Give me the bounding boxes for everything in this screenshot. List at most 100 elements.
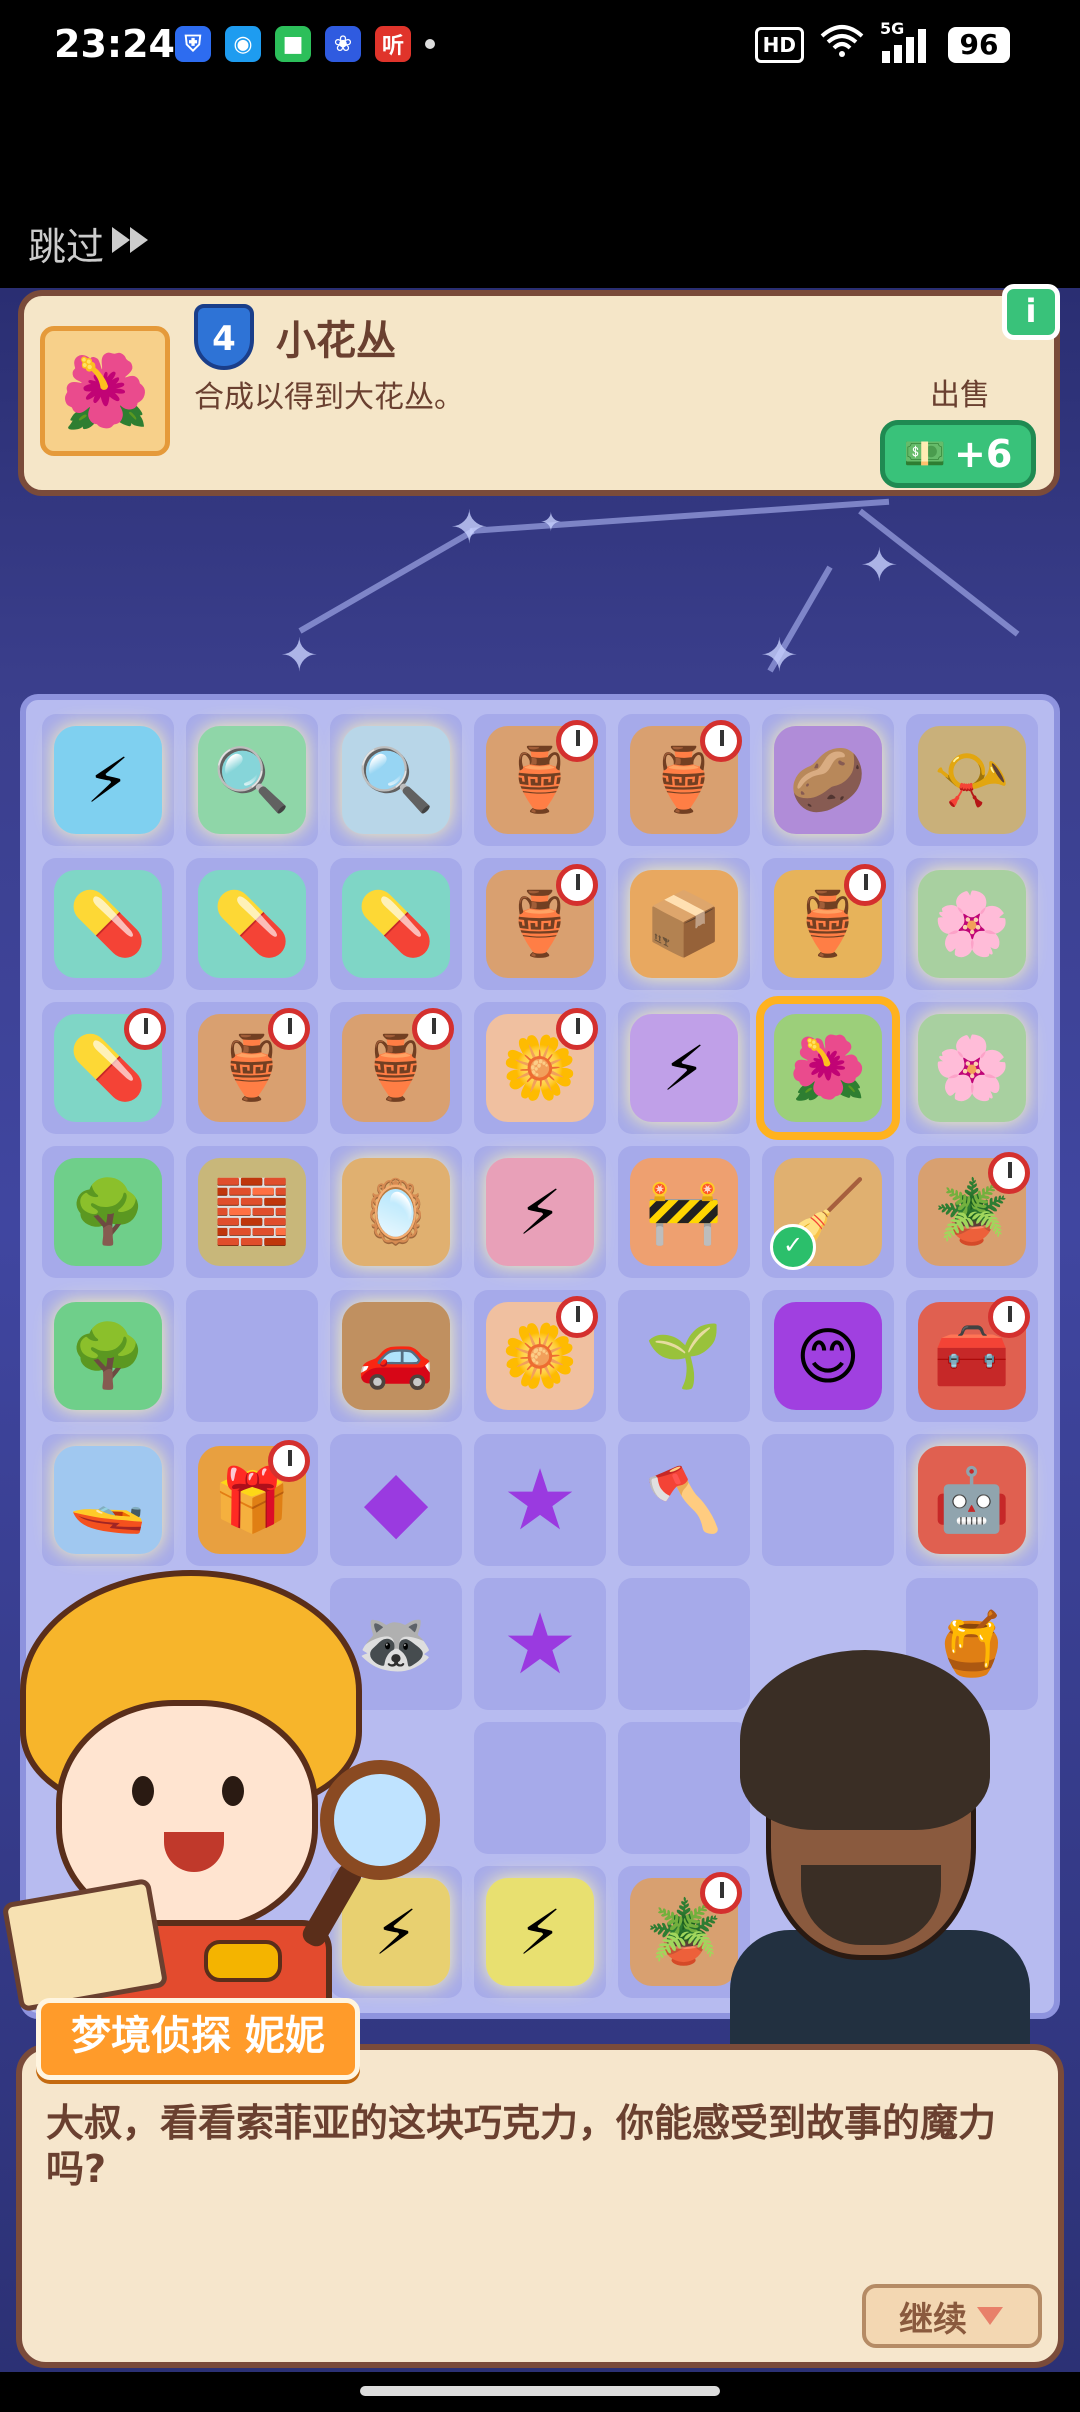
board-cell[interactable]: 🏺 <box>474 858 606 990</box>
pottery-cart-icon[interactable]: 🏺 <box>486 864 598 978</box>
clue-board-icon[interactable]: 🔍 <box>342 726 450 834</box>
home-indicator[interactable] <box>360 2386 720 2396</box>
board-cell[interactable]: 💊 <box>42 1002 174 1134</box>
skip-button[interactable]: 跳过 <box>28 216 154 271</box>
mirror-pair-icon[interactable]: 🪞 <box>342 1158 450 1266</box>
continue-button[interactable]: 继续 <box>862 2284 1042 2348</box>
board-cell[interactable]: 🔍 <box>186 714 318 846</box>
board-cell[interactable]: 🌳 <box>42 1146 174 1278</box>
board-cell[interactable]: 🌱 <box>618 1290 750 1422</box>
purple-star-face-icon[interactable]: ★ <box>486 1590 594 1698</box>
sell-button[interactable]: 💵 +6 <box>880 420 1036 488</box>
pottery-cart-icon[interactable]: 🏺 <box>486 720 598 834</box>
potato-orb-icon[interactable]: 🥔 <box>774 726 882 834</box>
level-shield-icon: 4 <box>194 304 254 370</box>
purple-gem-icon[interactable]: ◆ <box>342 1446 450 1554</box>
board-cell[interactable]: 🌳 <box>42 1290 174 1422</box>
board-cell[interactable] <box>762 1434 894 1566</box>
board-cell[interactable]: 🌸 <box>906 1002 1038 1134</box>
red-robot-icon[interactable]: 🤖 <box>918 1446 1026 1554</box>
purple-star-icon[interactable]: ★ <box>486 1446 594 1554</box>
board-cell[interactable]: 🌼 <box>474 1002 606 1134</box>
broom-icon[interactable]: 🧹 ✓ <box>770 1158 882 1270</box>
flower-pot-icon[interactable]: 🌼 <box>486 1008 598 1122</box>
axe-icon[interactable]: 🪓 <box>630 1446 738 1554</box>
blossom-tree-icon[interactable]: 🌳 <box>54 1302 162 1410</box>
board-cell[interactable]: 🏺 <box>762 858 894 990</box>
check-icon: ✓ <box>770 1224 816 1270</box>
horn-icon[interactable]: 📯 <box>918 726 1026 834</box>
board-cell[interactable]: 💊 <box>42 858 174 990</box>
board-cell[interactable]: 🌸 <box>906 858 1038 990</box>
pottery-cart-icon[interactable]: 🏺 <box>630 720 742 834</box>
board-cell[interactable]: 🏺 <box>474 714 606 846</box>
pink-flower-tree-icon[interactable]: 🌸 <box>918 1014 1026 1122</box>
board-cell[interactable]: 🧹 ✓ <box>762 1146 894 1278</box>
toy-car-icon[interactable]: 🚗 <box>342 1302 450 1410</box>
power-coin-icon[interactable]: ⚡ <box>486 1878 594 1986</box>
board-cell[interactable]: 💊 <box>186 858 318 990</box>
board-cell[interactable]: 🌼 <box>474 1290 606 1422</box>
pottery-cart-icon[interactable]: 🏺 <box>342 1008 454 1122</box>
board-cell[interactable]: 🔍 <box>330 714 462 846</box>
info-button[interactable]: i <box>1002 284 1060 340</box>
gold-vase-icon[interactable]: 🏺 <box>774 864 886 978</box>
board-cell[interactable]: 🏺 <box>330 1002 462 1134</box>
blossom-tree-icon[interactable]: 🌳 <box>54 1158 162 1266</box>
sandbag-pile-icon[interactable]: 🧱 <box>198 1158 306 1266</box>
sprout-icon[interactable]: 🌱 <box>630 1302 738 1410</box>
board-cell[interactable] <box>474 1722 606 1854</box>
star-icon: ✦ <box>540 508 562 538</box>
star-icon: ✦ <box>450 500 489 554</box>
board-cell[interactable]: ★ <box>474 1578 606 1710</box>
board-cell[interactable]: 🏺 <box>186 1002 318 1134</box>
pottery-cart-icon[interactable]: 🏺 <box>198 1008 310 1122</box>
road-barrier-icon[interactable]: 🚧 <box>630 1158 738 1266</box>
power-crate-icon[interactable]: ⚡ <box>54 726 162 834</box>
flower-bush-icon: 🌺 <box>60 348 150 433</box>
plant-pot-icon[interactable]: 🪴 <box>918 1152 1030 1266</box>
board-cell[interactable]: 🚧 <box>618 1146 750 1278</box>
board-cell[interactable]: 🥔 <box>762 714 894 846</box>
board-cell[interactable]: ⚡ <box>474 1146 606 1278</box>
plant-pot-icon[interactable]: 🪴 <box>630 1872 742 1986</box>
board-cell[interactable] <box>186 1290 318 1422</box>
board-cell[interactable]: ★ <box>474 1434 606 1566</box>
board-cell[interactable]: 🪓 <box>618 1434 750 1566</box>
medicine-kit-icon[interactable]: 💊 <box>342 870 450 978</box>
board-cell[interactable]: ⚡ <box>618 1002 750 1134</box>
flower-pot-icon[interactable]: 🌼 <box>486 1296 598 1410</box>
board-cell[interactable]: ⚡ <box>42 714 174 846</box>
board-cell[interactable]: 🪴 <box>906 1146 1038 1278</box>
board-cell[interactable]: 🪞 <box>330 1146 462 1278</box>
status-bar: 23:24 ⛨ ◉ ■ ❀ 听 HD 5G 96 <box>0 0 1080 100</box>
purple-blob-icon[interactable]: 😊 <box>774 1302 882 1410</box>
dialog-box[interactable]: 大叔，看看索菲亚的这块巧克力，你能感受到故事的魔力吗? 继续 <box>16 2044 1064 2368</box>
board-cell[interactable]: 💊 <box>330 858 462 990</box>
crate-stack-icon[interactable]: 📦 <box>630 870 738 978</box>
board-cell[interactable]: ◆ <box>330 1434 462 1566</box>
board-cell[interactable]: 😊 <box>762 1290 894 1422</box>
medicine-kit-icon[interactable]: 💊 <box>54 1008 166 1122</box>
small-bush-icon[interactable]: 🌺 <box>774 1014 882 1122</box>
board-cell[interactable]: 🧱 <box>186 1146 318 1278</box>
board-cell[interactable]: 🚤 <box>42 1434 174 1566</box>
medicine-kit-icon[interactable]: 💊 <box>54 870 162 978</box>
power-orb-icon[interactable]: ⚡ <box>486 1158 594 1266</box>
board-cell[interactable]: 📯 <box>906 714 1038 846</box>
board-cell[interactable]: 📦 <box>618 858 750 990</box>
pink-flower-tree-icon[interactable]: 🌸 <box>918 870 1026 978</box>
treasure-chest-icon[interactable]: 🎁 <box>198 1440 310 1554</box>
board-cell[interactable]: 🎁 <box>186 1434 318 1566</box>
board-cell[interactable]: 🌺 <box>756 996 900 1140</box>
map-table-icon[interactable]: 🔍 <box>198 726 306 834</box>
board-cell[interactable]: 🧰 <box>906 1290 1038 1422</box>
power-disc-icon[interactable]: ⚡ <box>630 1014 738 1122</box>
board-cell[interactable]: 🤖 <box>906 1434 1038 1566</box>
jet-ski-icon[interactable]: 🚤 <box>54 1446 162 1554</box>
board-cell[interactable]: 🏺 <box>618 714 750 846</box>
board-cell[interactable]: 🚗 <box>330 1290 462 1422</box>
medicine-kit-icon[interactable]: 💊 <box>198 870 306 978</box>
tool-box-icon[interactable]: 🧰 <box>918 1296 1030 1410</box>
board-cell[interactable]: ⚡ <box>474 1866 606 1998</box>
